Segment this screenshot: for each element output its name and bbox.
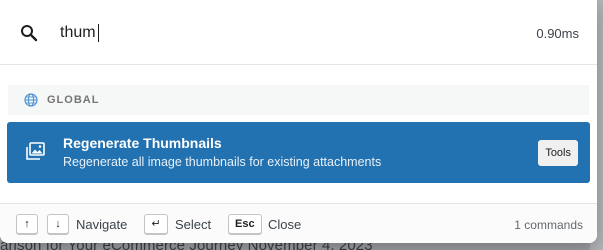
- group-header-global: GLOBAL: [8, 85, 589, 115]
- arrow-up-key: ↑: [16, 214, 38, 234]
- result-category-badge: Tools: [538, 140, 578, 166]
- search-timing: 0.90ms: [536, 26, 579, 41]
- command-palette: 0.90ms GLOBAL Regenerate Thumbnails Rege…: [0, 0, 597, 243]
- search-icon: [21, 25, 38, 42]
- group-label: GLOBAL: [47, 94, 100, 106]
- globe-icon: [24, 93, 38, 107]
- images-icon: [26, 142, 45, 160]
- text-caret: [98, 24, 99, 42]
- search-row: 0.90ms: [0, 0, 597, 65]
- palette-footer: ↑ ↓ Navigate ↵ Select Esc Close 1 comman…: [0, 203, 597, 243]
- navigate-label: Navigate: [76, 217, 128, 232]
- result-title: Regenerate Thumbnails: [63, 135, 222, 151]
- close-label: Close: [268, 217, 302, 232]
- result-item-regenerate-thumbnails[interactable]: Regenerate Thumbnails Regenerate all ima…: [7, 122, 590, 183]
- esc-key: Esc: [228, 214, 262, 234]
- command-count: 1 commands: [514, 218, 583, 232]
- select-label: Select: [175, 217, 212, 232]
- arrow-down-key: ↓: [47, 214, 69, 234]
- search-input[interactable]: [60, 21, 500, 45]
- enter-key: ↵: [144, 214, 168, 234]
- result-description: Regenerate all image thumbnails for exis…: [63, 155, 382, 169]
